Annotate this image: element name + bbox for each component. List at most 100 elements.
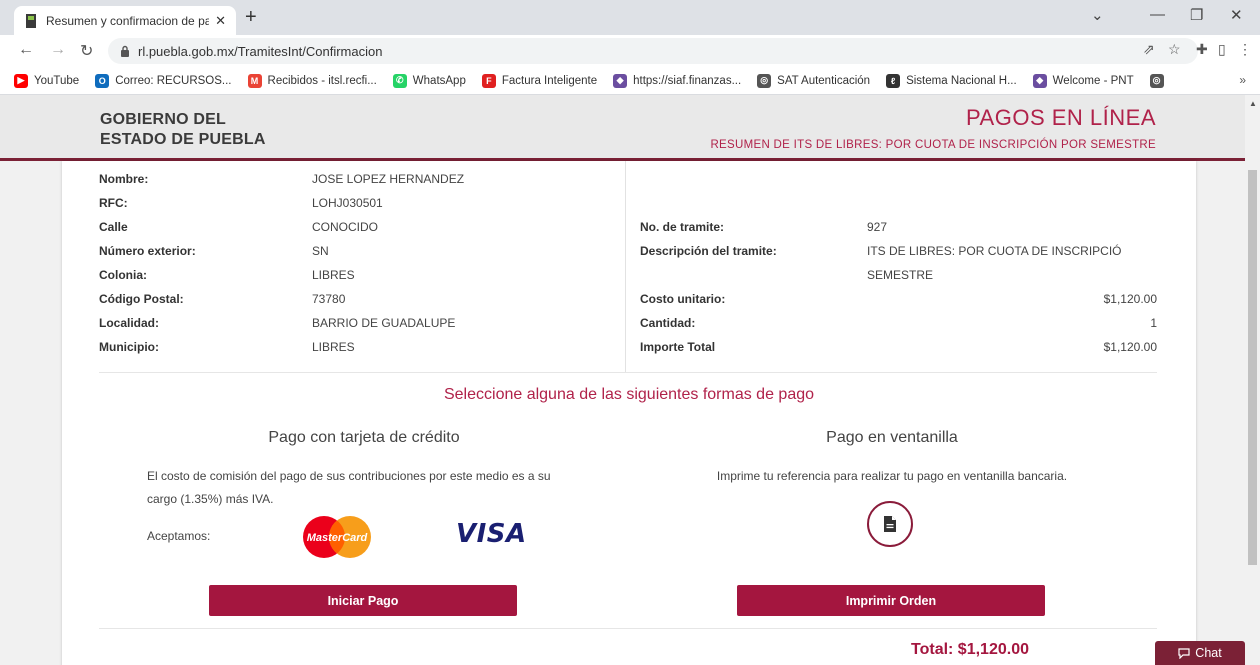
tramite-description-value-line2: SEMESTRE: [867, 268, 934, 282]
unit-cost-value: $1,120.00: [1103, 292, 1157, 306]
page-subtitle: RESUMEN DE ITS DE LIBRES: POR CUOTA DE I…: [710, 139, 1156, 151]
menu-dots-icon[interactable]: ⋮: [1238, 41, 1252, 58]
contributor-value: LOHJ030501: [312, 196, 383, 210]
contributor-value: SN: [312, 244, 329, 258]
tab-title: Resumen y confirmacion de pago: [46, 13, 210, 28]
reload-icon[interactable]: ↻: [80, 41, 93, 61]
total-amount-label: Importe Total: [640, 340, 716, 354]
pnt-icon: ◆: [1032, 73, 1047, 88]
bookmark-item[interactable]: ◆ https://siaf.finanzas...: [613, 73, 742, 88]
scroll-thumb[interactable]: [1248, 170, 1257, 565]
print-order-button[interactable]: Imprimir Orden: [737, 585, 1045, 616]
card-payment-text-line2: cargo (1.35%) más IVA.: [147, 492, 274, 506]
url-bar[interactable]: rl.puebla.gob.mx/TramitesInt/Confirmacio…: [108, 38, 1198, 64]
bookmark-label: YouTube: [34, 74, 80, 87]
divider: [99, 372, 1157, 373]
contributor-value: CONOCIDO: [312, 220, 378, 234]
scroll-up-arrow-icon[interactable]: ▲: [1249, 99, 1257, 108]
contributor-label: RFC:: [99, 196, 128, 210]
gov-logo-line2: ESTADO DE PUEBLA: [100, 131, 266, 148]
mastercard-text: MasterCard: [307, 532, 368, 544]
card-payment-text-line1: El costo de comisión del pago de sus con…: [147, 469, 551, 483]
bookmarks-overflow-icon[interactable]: »: [1239, 73, 1246, 87]
contributor-label: Municipio:: [99, 340, 159, 354]
tab-close-icon[interactable]: ✕: [215, 13, 226, 29]
contributor-label: Colonia:: [99, 268, 147, 282]
siaf-icon: ◆: [613, 73, 628, 88]
browser-tab-active[interactable]: Resumen y confirmacion de pago ✕: [14, 6, 236, 35]
bookmark-item[interactable]: ◎ SAT Autenticación: [757, 73, 871, 88]
chat-bubble-icon: [1178, 647, 1190, 659]
back-arrow-icon[interactable]: ←: [18, 41, 34, 59]
column-divider: [625, 161, 626, 373]
globe-icon: ◎: [1149, 73, 1164, 88]
bookmark-item[interactable]: ✆ WhatsApp: [392, 73, 466, 88]
tab-search-icon[interactable]: ⌄: [1091, 6, 1104, 24]
page-scrollbar[interactable]: ▲: [1245, 95, 1260, 665]
contributor-value: LIBRES: [312, 340, 355, 354]
tramite-number-label: No. de tramite:: [640, 220, 725, 234]
url-text: rl.puebla.gob.mx/TramitesInt/Confirmacio…: [138, 43, 383, 59]
chat-button[interactable]: Chat: [1155, 641, 1245, 665]
bookmark-item[interactable]: ℓ Sistema Nacional H...: [886, 73, 1017, 88]
bookmark-label: Welcome - PNT: [1052, 74, 1134, 87]
bookmark-item[interactable]: M Recibidos - itsl.recfi...: [247, 73, 377, 88]
minimize-button[interactable]: —: [1150, 6, 1165, 23]
site-header: GOBIERNO DEL ESTADO DE PUEBLA PAGOS EN L…: [0, 95, 1245, 161]
globe-icon: ◎: [757, 73, 772, 88]
address-toolbar: ← → ↻ rl.puebla.gob.mx/TramitesInt/Confi…: [0, 35, 1260, 67]
bookmark-star-icon[interactable]: ☆: [1168, 41, 1181, 58]
browser-tab-strip: Resumen y confirmacion de pago ✕ + ⌄ — ❐…: [0, 0, 1260, 35]
bookmark-item[interactable]: O Correo: RECURSOS...: [95, 73, 232, 88]
lock-icon: [120, 45, 130, 57]
outlook-icon: O: [95, 73, 110, 88]
tramite-description-label: Descripción del tramite:: [640, 244, 777, 258]
start-payment-button[interactable]: Iniciar Pago: [209, 585, 517, 616]
total-amount-value: $1,120.00: [1103, 340, 1157, 354]
contributor-value: BARRIO DE GUADALUPE: [312, 316, 456, 330]
bookmark-item[interactable]: ▶ YouTube: [14, 73, 80, 88]
extensions-icon[interactable]: ✚: [1196, 41, 1208, 58]
bookmark-label: Recibidos - itsl.recfi...: [267, 74, 377, 87]
government-logo: GOBIERNO DEL ESTADO DE PUEBLA: [100, 110, 266, 150]
factura-icon: F: [481, 73, 496, 88]
contributor-value: 73780: [312, 292, 346, 306]
chat-label: Chat: [1195, 646, 1222, 660]
contributor-label: Número exterior:: [99, 244, 196, 258]
tramite-number-value: 927: [867, 220, 888, 234]
bookmark-item[interactable]: ◆ Welcome - PNT: [1032, 73, 1134, 88]
gov-logo-line1: GOBIERNO DEL: [100, 111, 226, 128]
accept-label: Aceptamos:: [147, 529, 211, 543]
visa-logo-icon: VISA: [456, 519, 527, 549]
bookmark-label: https://siaf.finanzas...: [633, 74, 742, 87]
contributor-label: Localidad:: [99, 316, 160, 330]
bookmark-label: Sistema Nacional H...: [906, 74, 1017, 87]
forward-arrow-icon[interactable]: →: [50, 41, 66, 59]
bookmark-item[interactable]: F Factura Inteligente: [481, 73, 598, 88]
bookmark-label: WhatsApp: [412, 74, 466, 87]
quantity-value: 1: [1150, 316, 1157, 330]
contributor-value: JOSE LOPEZ HERNANDEZ: [312, 172, 465, 186]
close-window-button[interactable]: ✕: [1230, 6, 1243, 24]
payment-method-heading: Seleccione alguna de las siguientes form…: [443, 386, 815, 403]
restore-button[interactable]: ❐: [1190, 6, 1203, 24]
divider: [99, 628, 1157, 629]
new-tab-button[interactable]: +: [245, 7, 257, 27]
whatsapp-icon: ✆: [392, 73, 407, 88]
print-document-icon[interactable]: [867, 501, 913, 547]
share-icon[interactable]: ⇗: [1143, 41, 1155, 58]
bookmarks-bar: ▶ YouTube O Correo: RECURSOS... M Recibidos -…: [0, 67, 1260, 95]
sistema-icon: ℓ: [886, 73, 901, 88]
youtube-icon: ▶: [14, 73, 28, 88]
card-payment-heading: Pago con tarjeta de crédito: [268, 429, 460, 446]
sidepanel-icon[interactable]: ▯: [1218, 41, 1226, 58]
mastercard-logo-icon: MasterCard: [303, 516, 371, 558]
quantity-label: Cantidad:: [640, 316, 696, 330]
bookmark-label: SAT Autenticación: [777, 74, 871, 87]
page-title: PAGOS EN LÍNEA: [966, 105, 1156, 130]
bookmark-label: Factura Inteligente: [501, 74, 598, 87]
bookmark-item[interactable]: ◎: [1149, 73, 1170, 88]
tramite-description-value: ITS DE LIBRES: POR CUOTA DE INSCRIPCIÓ: [867, 244, 1122, 258]
contributor-label: Nombre:: [99, 172, 149, 186]
page-favicon-icon: [24, 13, 38, 28]
